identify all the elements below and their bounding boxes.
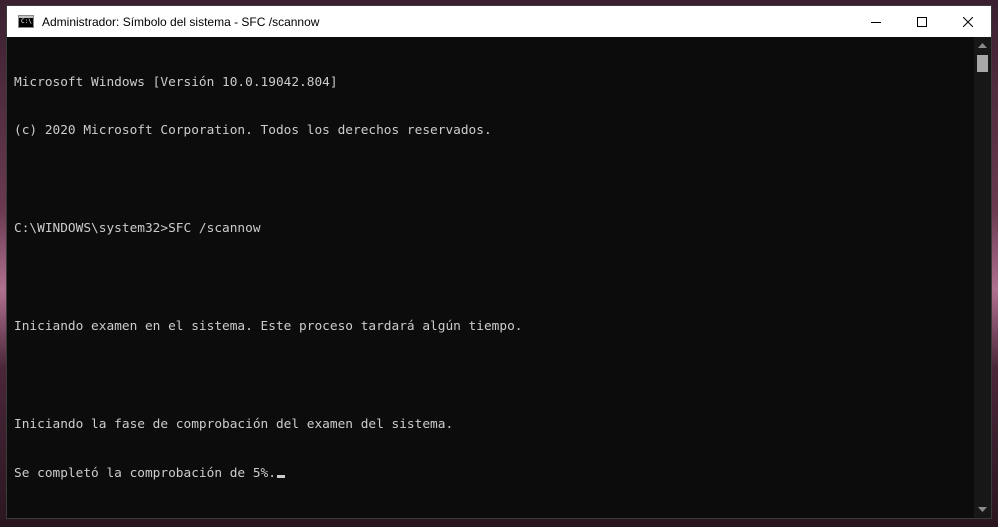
minimize-icon [871, 21, 881, 23]
scrollbar-thumb[interactable] [977, 55, 988, 72]
console-line: C:\WINDOWS\system32>SFC /scannow [14, 221, 261, 237]
title-bar[interactable]: C:\ Administrador: Símbolo del sistema -… [7, 6, 991, 37]
maximize-icon [917, 16, 927, 27]
console-line: Microsoft Windows [Versión 10.0.19042.80… [14, 74, 338, 90]
console-line-last: Se completó la comprobación de 5%. [14, 466, 974, 482]
console-output[interactable]: Microsoft Windows [Versión 10.0.19042.80… [7, 37, 974, 518]
scroll-up-arrow-icon [978, 43, 987, 48]
cmd-icon-text: C:\ [21, 18, 32, 25]
scroll-down-arrow-icon [978, 507, 987, 512]
window-controls [853, 6, 991, 37]
close-button[interactable] [945, 6, 991, 37]
console-line: (c) 2020 Microsoft Corporation. Todos lo… [14, 123, 492, 139]
text-cursor [276, 474, 285, 478]
scroll-down-button[interactable] [974, 501, 991, 518]
command-prompt-window[interactable]: C:\ Administrador: Símbolo del sistema -… [6, 5, 992, 519]
minimize-button[interactable] [853, 6, 899, 37]
cmd-icon[interactable]: C:\ [18, 15, 34, 28]
close-icon [963, 16, 973, 27]
maximize-button[interactable] [899, 6, 945, 37]
window-title: Administrador: Símbolo del sistema - SFC… [42, 14, 320, 29]
console-line: Iniciando examen en el sistema. Este pro… [14, 319, 523, 335]
vertical-scrollbar[interactable] [974, 37, 991, 518]
scroll-up-button[interactable] [974, 37, 991, 54]
console-line-text: Se completó la comprobación de 5%. [14, 465, 276, 481]
console-line: Iniciando la fase de comprobación del ex… [14, 416, 454, 432]
